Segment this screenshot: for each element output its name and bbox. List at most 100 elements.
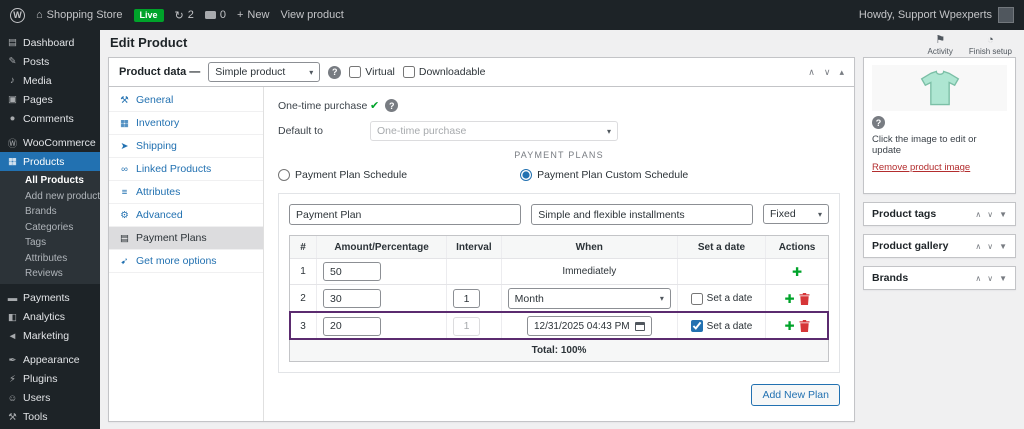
sidebar-item-posts[interactable]: ✎ Posts bbox=[0, 52, 100, 71]
order-up-icon[interactable]: ∧ bbox=[975, 242, 981, 251]
period-select[interactable]: Month ▾ bbox=[507, 288, 671, 309]
view-product-link[interactable]: View product bbox=[280, 9, 343, 21]
sidebar-item-marketing[interactable]: ◄ Marketing bbox=[0, 327, 100, 346]
help-icon[interactable]: ? bbox=[872, 116, 885, 129]
tab-advanced[interactable]: ⚙ Advanced bbox=[109, 204, 263, 227]
product-gallery-panel[interactable]: Product gallery ∧ ∨ ▼ bbox=[863, 234, 1016, 258]
right-sidebar: ? Click the image to edit or update Remo… bbox=[863, 57, 1016, 298]
metabox-controls: ∧ ∨ ▴ bbox=[808, 67, 844, 78]
help-icon[interactable]: ? bbox=[385, 99, 399, 112]
sidebar-item-plugins[interactable]: ⚡ Plugins bbox=[0, 370, 100, 389]
user-avatar[interactable] bbox=[998, 7, 1014, 23]
sidebar-item-dashboard[interactable]: ▤ Dashboard bbox=[0, 33, 100, 52]
order-down-icon[interactable]: ∨ bbox=[824, 67, 831, 78]
virtual-label: Virtual bbox=[365, 66, 395, 78]
set-a-date-checkbox[interactable] bbox=[690, 292, 703, 305]
amount-input[interactable] bbox=[323, 289, 381, 308]
set-a-date-option[interactable]: Set a date bbox=[690, 292, 752, 305]
submenu-reviews[interactable]: Reviews bbox=[0, 266, 100, 282]
brands-panel[interactable]: Brands ∧ ∨ ▼ bbox=[863, 266, 1016, 290]
toggle-panel-icon[interactable]: ▼ bbox=[999, 210, 1007, 219]
comments-link[interactable]: 0 bbox=[204, 9, 226, 21]
payment-plan-custom-schedule-radio[interactable] bbox=[520, 169, 533, 181]
add-new-plan-button[interactable]: Add New Plan bbox=[751, 384, 840, 406]
sidebar-item-products[interactable]: ▦ Products bbox=[0, 152, 100, 171]
attributes-icon: ≡ bbox=[121, 186, 128, 198]
order-down-icon[interactable]: ∨ bbox=[987, 210, 993, 219]
get-more-options-icon: ➹ bbox=[120, 255, 129, 267]
tab-linked-products[interactable]: ∞ Linked Products bbox=[109, 158, 263, 181]
set-date-cell: Set a date bbox=[676, 285, 765, 312]
downloadable-checkbox[interactable] bbox=[402, 66, 415, 78]
finish-setup-button[interactable]: ◔ Finish setup bbox=[969, 35, 1012, 57]
interval-input-disabled[interactable] bbox=[453, 316, 481, 336]
default-to-select[interactable]: One-time purchase ▾ bbox=[370, 121, 618, 141]
sidebar-item-payments[interactable]: ▬ Payments bbox=[0, 289, 100, 308]
image-caption: Click the image to edit or update bbox=[872, 134, 977, 156]
submenu-brands[interactable]: Brands bbox=[0, 204, 100, 220]
tab-shipping[interactable]: ➤ Shipping bbox=[109, 135, 263, 158]
schedule-radio-row: Payment Plan Schedule Payment Plan Custo… bbox=[278, 169, 840, 181]
payment-plan-schedule-radio[interactable] bbox=[278, 169, 290, 181]
sidebar-item-appearance[interactable]: ✒ Appearance bbox=[0, 351, 100, 370]
plan-description-input[interactable] bbox=[531, 204, 753, 225]
sidebar-item-analytics[interactable]: ◧ Analytics bbox=[0, 308, 100, 327]
remove-product-image-link[interactable]: Remove product image bbox=[872, 162, 970, 173]
product-type-select[interactable]: Simple product ▾ bbox=[208, 62, 321, 82]
order-down-icon[interactable]: ∨ bbox=[987, 242, 993, 251]
order-up-icon[interactable]: ∧ bbox=[975, 274, 981, 283]
sidebar-item-woocommerce[interactable]: Ⓦ WooCommerce bbox=[0, 133, 100, 152]
date-picker-input[interactable]: 12/31/2025 04:43 PM bbox=[526, 316, 652, 336]
submenu-tags[interactable]: Tags bbox=[0, 235, 100, 251]
set-a-date-option[interactable]: Set a date bbox=[690, 320, 752, 332]
payment-plan-schedule-option[interactable]: Payment Plan Schedule bbox=[278, 169, 407, 181]
submenu-categories[interactable]: Categories bbox=[0, 220, 100, 236]
site-name-link[interactable]: ⌂ Shopping Store bbox=[36, 9, 123, 21]
delete-row-icon[interactable] bbox=[799, 292, 810, 305]
interval-input[interactable] bbox=[453, 289, 481, 308]
set-a-date-checkbox[interactable] bbox=[690, 320, 703, 332]
sidebar-item-label: Tools bbox=[23, 411, 48, 423]
order-down-icon[interactable]: ∨ bbox=[987, 274, 993, 283]
order-up-icon[interactable]: ∧ bbox=[808, 67, 815, 78]
activity-button[interactable]: ⚑ Activity bbox=[928, 35, 953, 57]
add-row-icon[interactable]: ✚ bbox=[784, 292, 794, 306]
calendar-icon[interactable] bbox=[634, 321, 645, 331]
amount-input[interactable] bbox=[323, 316, 381, 336]
tab-inventory[interactable]: ▦ Inventory bbox=[109, 112, 263, 135]
sidebar-item-comments[interactable]: ● Comments bbox=[0, 109, 100, 128]
sidebar-item-pages[interactable]: ▣ Pages bbox=[0, 90, 100, 109]
sidebar-item-media[interactable]: ♪ Media bbox=[0, 71, 100, 90]
howdy-label[interactable]: Howdy, Support Wpexperts bbox=[859, 9, 992, 21]
tab-attributes[interactable]: ≡ Attributes bbox=[109, 181, 263, 204]
product-image[interactable] bbox=[872, 65, 1007, 111]
amount-input[interactable] bbox=[323, 262, 381, 281]
tab-payment-plans[interactable]: ▤ Payment Plans bbox=[109, 227, 263, 250]
submenu-attributes[interactable]: Attributes bbox=[0, 251, 100, 267]
virtual-checkbox[interactable] bbox=[349, 66, 362, 78]
delete-row-icon[interactable] bbox=[799, 320, 810, 332]
updates-link[interactable]: ↻ 2 bbox=[175, 9, 194, 22]
payment-plan-custom-schedule-option[interactable]: Payment Plan Custom Schedule bbox=[520, 169, 688, 181]
add-row-icon[interactable]: ✚ bbox=[792, 265, 802, 279]
toggle-panel-icon[interactable]: ▴ bbox=[839, 67, 844, 78]
new-content-link[interactable]: + New bbox=[237, 9, 269, 21]
plan-type-select[interactable]: Fixed ▾ bbox=[763, 204, 829, 224]
sidebar-item-label: Comments bbox=[23, 112, 74, 125]
wordpress-logo-icon[interactable]: W bbox=[10, 7, 25, 23]
order-up-icon[interactable]: ∧ bbox=[975, 210, 981, 219]
toggle-panel-icon[interactable]: ▼ bbox=[999, 242, 1007, 251]
sidebar-item-label: Payments bbox=[23, 292, 70, 304]
tab-get-more-options[interactable]: ➹ Get more options bbox=[109, 250, 263, 273]
submenu-add-new-product[interactable]: Add new product bbox=[0, 189, 100, 205]
product-tags-panel[interactable]: Product tags ∧ ∨ ▼ bbox=[863, 202, 1016, 226]
sidebar-item-users[interactable]: ☺ Users bbox=[0, 389, 100, 408]
toggle-panel-icon[interactable]: ▼ bbox=[999, 274, 1007, 283]
tab-general[interactable]: ⚒ General bbox=[109, 89, 263, 112]
sidebar-item-tools[interactable]: ⚒ Tools bbox=[0, 408, 100, 427]
add-row-icon[interactable]: ✚ bbox=[784, 319, 794, 333]
submenu-all-products[interactable]: All Products bbox=[0, 173, 100, 189]
linked-products-icon: ∞ bbox=[121, 163, 128, 175]
plan-name-input[interactable] bbox=[289, 204, 522, 225]
help-icon[interactable]: ? bbox=[328, 65, 342, 79]
